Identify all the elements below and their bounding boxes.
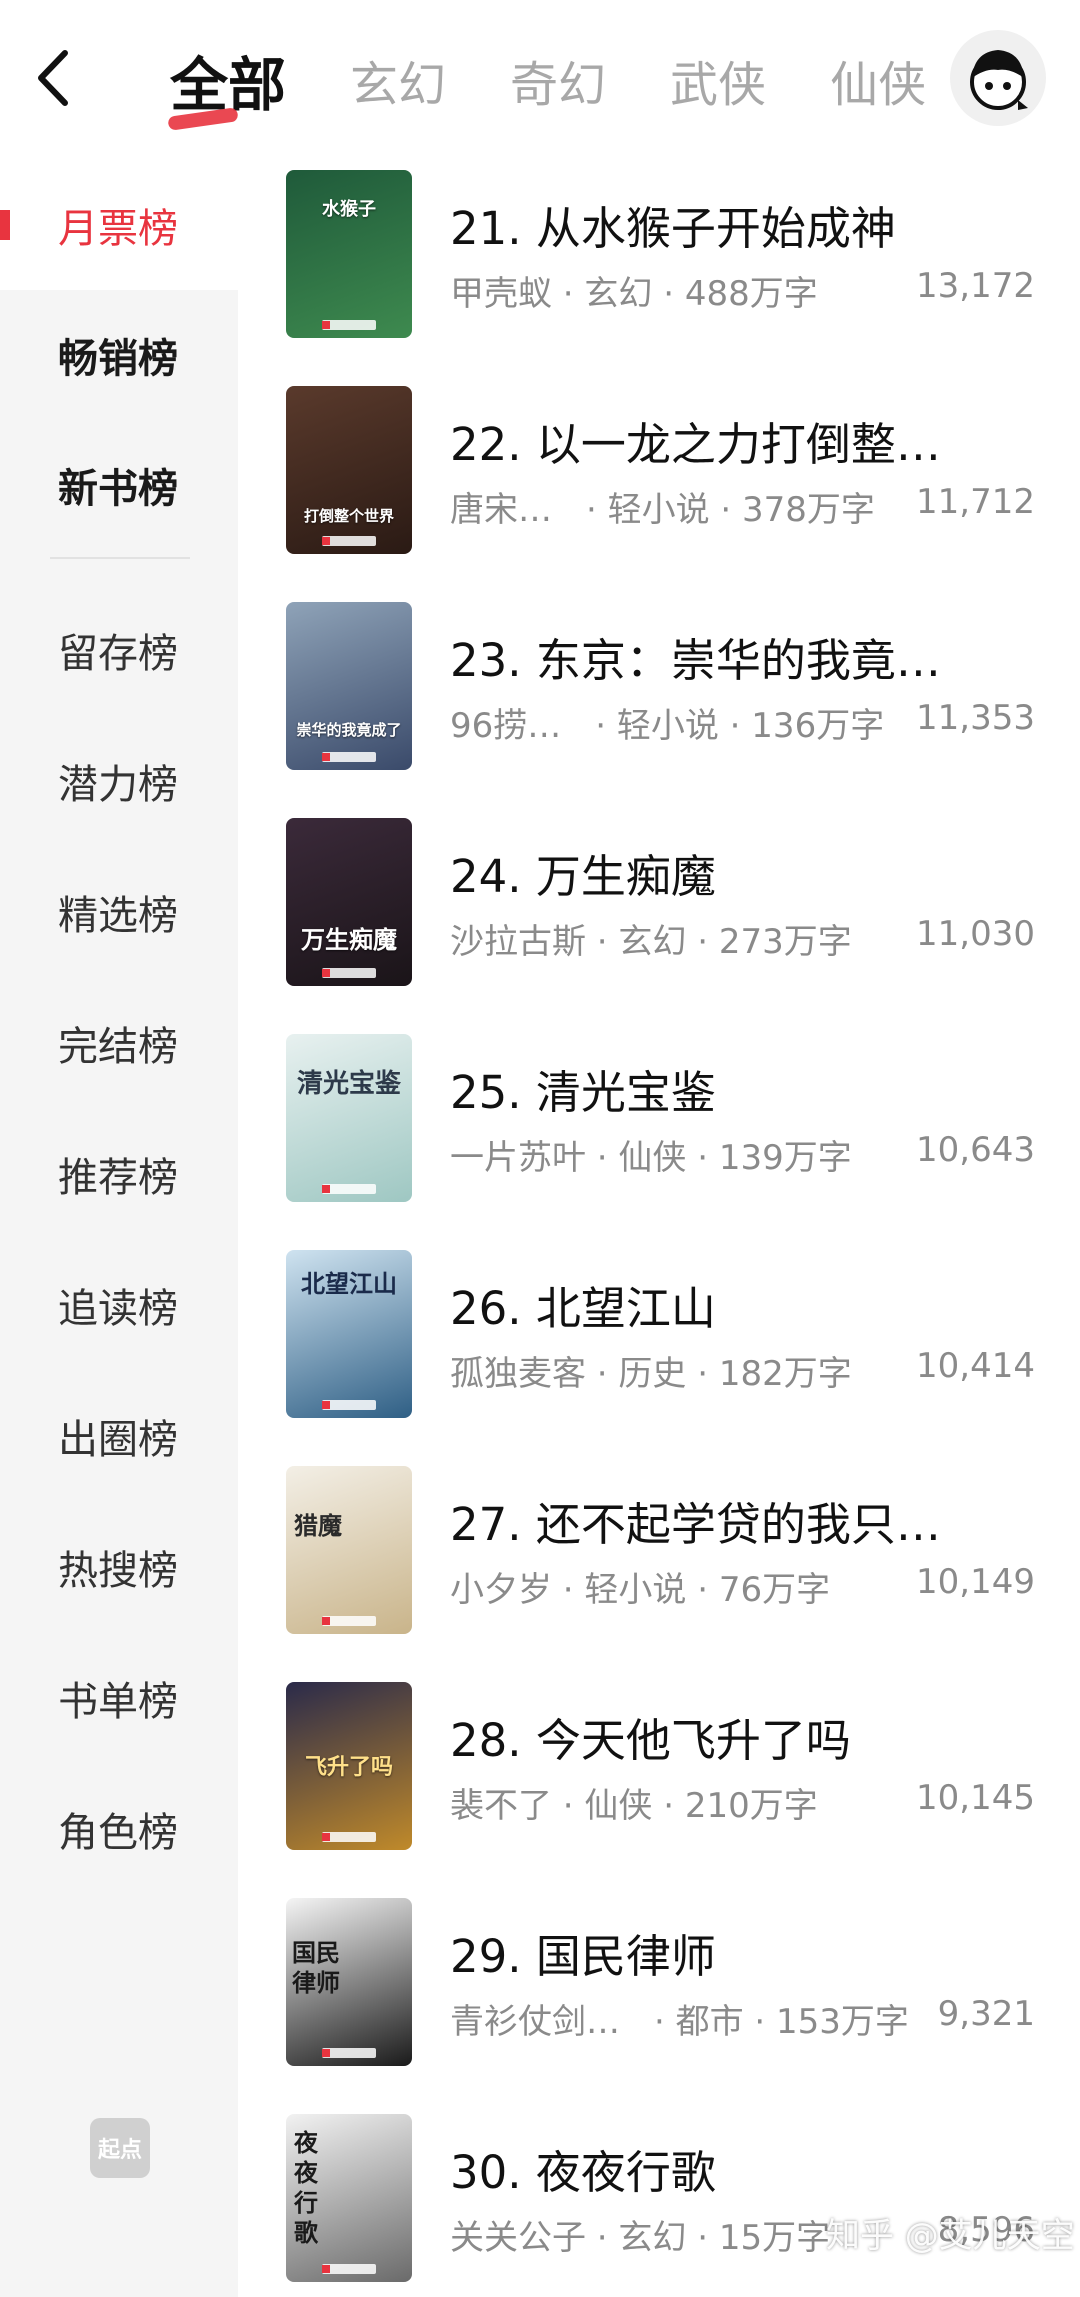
book-meta: 孤独麦客 · 历史 · 182万字	[450, 1354, 852, 1394]
book-meta: 小夕岁 · 轻小说 · 76万字	[450, 1570, 831, 1610]
sidebar-item-monthly-ticket[interactable]: 月票榜	[0, 160, 238, 290]
ticket-count: 10,149	[916, 1562, 1035, 1602]
cover-title: 飞升了吗	[304, 1755, 393, 1780]
book-title: 29. 国民律师	[450, 1930, 716, 1983]
book-cover[interactable]: 夜夜行歌	[286, 2114, 412, 2282]
book-meta: 关关公子 · 玄幻 · 15万字	[450, 2218, 831, 2258]
sidebar-item-bestseller[interactable]: 畅销榜	[0, 290, 238, 420]
sidebar-divider	[50, 557, 190, 559]
ticket-count: 10,145	[916, 1778, 1035, 1818]
tab-all[interactable]: 全部	[170, 38, 286, 122]
list-item[interactable]: 飞升了吗 28. 今天他飞升了吗 裴不了 · 仙侠 · 210万字 10,145	[238, 1682, 1080, 1897]
list-item[interactable]: 清光宝鉴 25. 清光宝鉴 一片苏叶 · 仙侠 · 139万字 10,643	[238, 1034, 1080, 1249]
book-meta: 裴不了 · 仙侠 · 210万字	[450, 1786, 818, 1826]
list-item[interactable]: 水猴子 21. 从水猴子开始成神 甲壳蚁 · 玄幻 · 488万字 13,172	[238, 170, 1080, 385]
publisher-mark	[322, 536, 376, 546]
ticket-count: 13,172	[916, 266, 1035, 306]
ticket-count: 11,353	[916, 698, 1035, 738]
book-meta: 唐宋… · 轻小说 · 378万字	[450, 490, 875, 530]
tab-wuxia[interactable]: 武侠	[670, 45, 766, 115]
back-button[interactable]	[22, 38, 82, 118]
tab-xuanhuan[interactable]: 玄幻	[350, 45, 446, 115]
book-cover[interactable]: 清光宝鉴	[286, 1034, 412, 1202]
book-cover[interactable]: 飞升了吗	[286, 1682, 412, 1850]
publisher-mark	[322, 2048, 376, 2058]
publisher-mark	[322, 1400, 376, 1410]
publisher-mark	[322, 320, 376, 330]
book-meta: 青衫仗剑… · 都市 · 153万字	[450, 2002, 909, 2042]
publisher-mark	[322, 1616, 376, 1626]
ticket-count: 10,643	[916, 1130, 1035, 1170]
sidebar-item-follow-read[interactable]: 追读榜	[0, 1240, 238, 1370]
ticket-count: 11,712	[916, 482, 1035, 522]
cover-title: 万生痴魔	[301, 926, 397, 954]
cover-title: 崇华的我竟成了	[296, 721, 402, 739]
book-meta: 96捞… · 轻小说 · 136万字	[450, 706, 885, 746]
sidebar-item-recommended[interactable]: 推荐榜	[0, 1109, 238, 1239]
sidebar-item-hot-search[interactable]: 热搜榜	[0, 1502, 238, 1632]
book-meta: 甲壳蚁 · 玄幻 · 488万字	[450, 274, 818, 314]
sidebar-item-featured[interactable]: 精选榜	[0, 847, 238, 977]
tab-xianxia[interactable]: 仙侠	[830, 45, 926, 115]
book-title: 25. 清光宝鉴	[450, 1066, 716, 1119]
book-cover[interactable]: 猎魔	[286, 1466, 412, 1634]
qidian-logo: 起点	[90, 2118, 150, 2178]
book-meta: 沙拉古斯 · 玄幻 · 273万字	[450, 922, 852, 962]
publisher-mark	[322, 1832, 376, 1842]
cover-title: 国民律师	[292, 1939, 340, 1997]
book-cover[interactable]: 水猴子	[286, 170, 412, 338]
sidebar-item-character[interactable]: 角色榜	[0, 1764, 238, 1894]
book-title: 26. 北望江山	[450, 1282, 716, 1335]
user-avatar-icon	[970, 50, 1028, 110]
cover-title: 水猴子	[322, 199, 376, 220]
sidebar-item-booklist[interactable]: 书单榜	[0, 1633, 238, 1763]
ticket-count: 9,321	[937, 1994, 1035, 2034]
cover-title: 夜夜行歌	[294, 2129, 318, 2247]
cover-title: 猎魔	[294, 1512, 342, 1540]
category-tabs: 全部 玄幻 奇幻 武侠 仙侠	[170, 30, 990, 130]
list-item[interactable]: 打倒整个世界 22. 以一龙之力打倒整… 唐宋… · 轻小说 · 378万字 1…	[238, 386, 1080, 601]
cover-title: 打倒整个世界	[303, 507, 394, 525]
book-title: 30. 夜夜行歌	[450, 2146, 716, 2199]
book-title: 27. 还不起学贷的我只…	[450, 1498, 941, 1551]
sidebar-item-retention[interactable]: 留存榜	[0, 585, 238, 715]
list-item[interactable]: 国民律师 29. 国民律师 青衫仗剑… · 都市 · 153万字 9,321	[238, 1898, 1080, 2113]
sidebar-item-new-books[interactable]: 新书榜	[0, 420, 238, 550]
publisher-mark	[322, 968, 376, 978]
ticket-count: 10,414	[916, 1346, 1035, 1386]
sidebar-item-potential[interactable]: 潜力榜	[0, 716, 238, 846]
publisher-mark	[322, 2264, 376, 2274]
book-cover[interactable]: 国民律师	[286, 1898, 412, 2066]
list-item[interactable]: 万生痴魔 24. 万生痴魔 沙拉古斯 · 玄幻 · 273万字 11,030	[238, 818, 1080, 1033]
sidebar-item-breakout[interactable]: 出圈榜	[0, 1371, 238, 1501]
top-bar: 全部 玄幻 奇幻 武侠 仙侠	[0, 0, 1080, 160]
sidebar-item-completed[interactable]: 完结榜	[0, 978, 238, 1108]
list-item[interactable]: 北望江山 26. 北望江山 孤独麦客 · 历史 · 182万字 10,414	[238, 1250, 1080, 1465]
ticket-count: 11,030	[916, 914, 1035, 954]
book-cover[interactable]: 万生痴魔	[286, 818, 412, 986]
book-title: 21. 从水猴子开始成神	[450, 202, 896, 255]
list-item[interactable]: 夜夜行歌 30. 夜夜行歌 关关公子 · 玄幻 · 15万字 8,596	[238, 2114, 1080, 2297]
book-meta: 一片苏叶 · 仙侠 · 139万字	[450, 1138, 852, 1178]
book-title: 24. 万生痴魔	[450, 850, 716, 903]
tab-qihuan[interactable]: 奇幻	[510, 45, 606, 115]
user-avatar[interactable]	[950, 30, 1046, 126]
chevron-left-icon	[38, 50, 68, 106]
book-cover[interactable]: 崇华的我竟成了	[286, 602, 412, 770]
publisher-mark	[322, 752, 376, 762]
list-item[interactable]: 崇华的我竟成了 23. 东京：崇华的我竟… 96捞… · 轻小说 · 136万字…	[238, 602, 1080, 817]
book-title: 22. 以一龙之力打倒整…	[450, 418, 941, 471]
publisher-mark	[322, 1184, 376, 1194]
book-title: 28. 今天他飞升了吗	[450, 1714, 851, 1767]
watermark: 知乎 @艾儿天空	[826, 2216, 1075, 2256]
cover-title: 清光宝鉴	[296, 1069, 401, 1099]
book-cover[interactable]: 北望江山	[286, 1250, 412, 1418]
cover-title: 北望江山	[301, 1270, 397, 1298]
ranking-sidebar: 月票榜 畅销榜 新书榜 留存榜 潜力榜 精选榜 完结榜 推荐榜 追读榜 出圈榜 …	[0, 160, 238, 2297]
list-item[interactable]: 猎魔 27. 还不起学贷的我只… 小夕岁 · 轻小说 · 76万字 10,149	[238, 1466, 1080, 1681]
book-cover[interactable]: 打倒整个世界	[286, 386, 412, 554]
book-title: 23. 东京：崇华的我竟…	[450, 634, 941, 687]
